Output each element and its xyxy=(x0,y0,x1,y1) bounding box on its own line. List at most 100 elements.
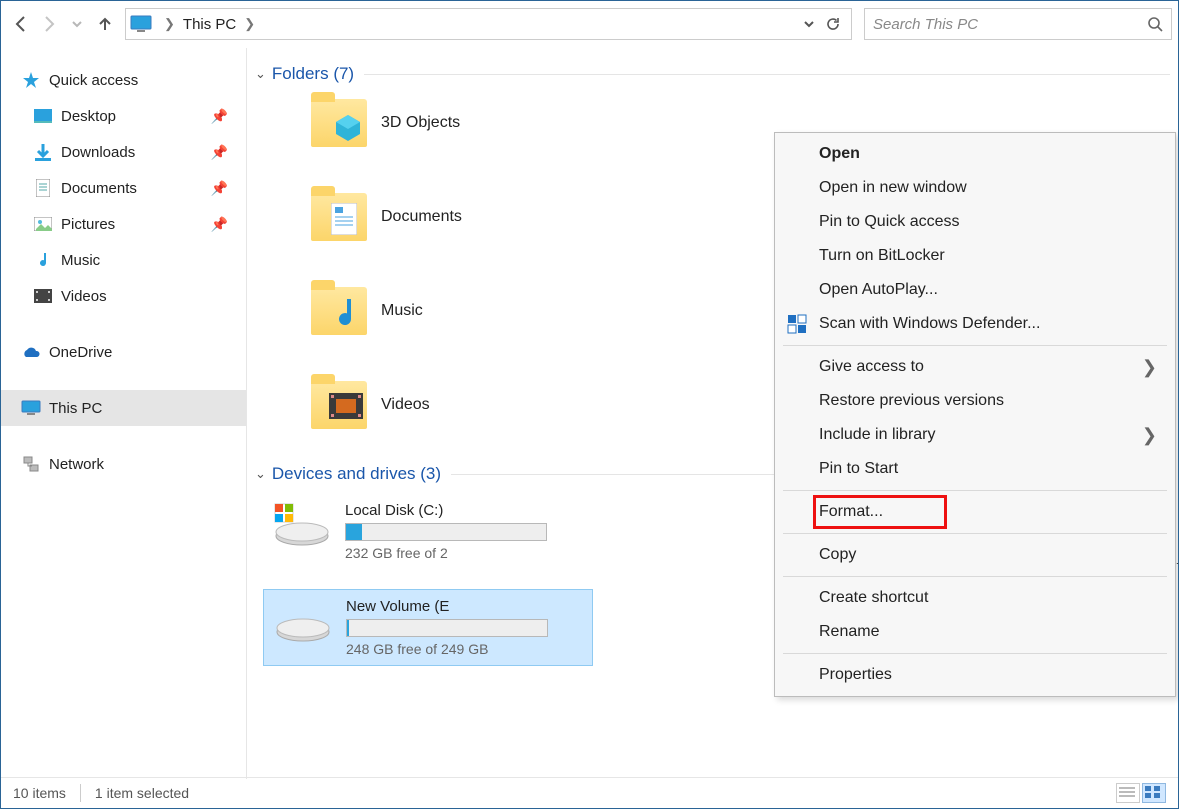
folder-label: Videos xyxy=(381,396,430,414)
folder-icon xyxy=(311,287,367,335)
section-header-label: Devices and drives (3) xyxy=(272,464,441,484)
pin-icon: 📌 xyxy=(211,180,228,197)
ctx-give-access[interactable]: Give access to ❯ xyxy=(775,350,1175,384)
divider xyxy=(364,74,1170,75)
ctx-properties[interactable]: Properties xyxy=(775,658,1175,692)
folder-label: 3D Objects xyxy=(381,114,460,132)
pin-icon: 📌 xyxy=(211,144,228,161)
ctx-separator xyxy=(783,490,1167,491)
ctx-label: Open AutoPlay... xyxy=(819,281,938,299)
ctx-separator xyxy=(783,345,1167,346)
ctx-label: Properties xyxy=(819,666,892,684)
desktop-icon xyxy=(33,106,53,126)
sidebar-item-network[interactable]: Network xyxy=(1,446,246,482)
sidebar-item-label: Desktop xyxy=(61,108,116,125)
recent-locations-button[interactable] xyxy=(63,10,91,38)
ctx-label: Scan with Windows Defender... xyxy=(819,315,1040,333)
folder-item-documents[interactable]: Documents xyxy=(311,188,611,246)
chevron-right-icon: ❯ xyxy=(1142,357,1157,378)
search-placeholder: Search This PC xyxy=(873,16,978,33)
sidebar-item-downloads[interactable]: Downloads 📌 xyxy=(1,134,246,170)
address-dropdown-icon[interactable] xyxy=(803,18,815,30)
sidebar-item-music[interactable]: Music xyxy=(1,242,246,278)
drive-item-local-disk-c[interactable]: Local Disk (C:) 232 GB free of 2 xyxy=(263,494,593,569)
pin-icon: 📌 xyxy=(211,216,228,233)
drive-icon xyxy=(273,502,331,550)
ctx-rename[interactable]: Rename xyxy=(775,615,1175,649)
address-bar[interactable]: ❯ This PC ❯ xyxy=(125,8,852,40)
ctx-label: Rename xyxy=(819,623,879,641)
chevron-down-icon: ⌄ xyxy=(255,66,266,82)
sidebar-item-label: Network xyxy=(49,456,104,473)
ctx-separator xyxy=(783,533,1167,534)
drive-free-text: 232 GB free of 2 xyxy=(345,545,583,561)
ctx-pin-quick-access[interactable]: Pin to Quick access xyxy=(775,205,1175,239)
chevron-right-icon: ❯ xyxy=(158,16,181,32)
ctx-bitlocker[interactable]: Turn on BitLocker xyxy=(775,239,1175,273)
ctx-label: Pin to Start xyxy=(819,460,898,478)
refresh-button[interactable] xyxy=(825,16,841,32)
sidebar-item-quick-access[interactable]: Quick access xyxy=(1,62,246,98)
ctx-defender-scan[interactable]: Scan with Windows Defender... xyxy=(775,307,1175,341)
forward-button[interactable] xyxy=(35,10,63,38)
network-icon xyxy=(21,454,41,474)
drive-icon xyxy=(274,598,332,646)
details-view-button[interactable] xyxy=(1116,783,1140,803)
sidebar-item-label: Music xyxy=(61,252,100,269)
ctx-restore-versions[interactable]: Restore previous versions xyxy=(775,384,1175,418)
sidebar-item-onedrive[interactable]: OneDrive xyxy=(1,334,246,370)
search-icon xyxy=(1147,16,1163,32)
folder-label: Documents xyxy=(381,208,462,226)
ctx-pin-start[interactable]: Pin to Start xyxy=(775,452,1175,486)
ctx-format[interactable]: Format... xyxy=(813,495,947,529)
section-header-folders[interactable]: ⌄ Folders (7) xyxy=(255,64,1170,84)
ctx-label: Restore previous versions xyxy=(819,392,1004,410)
status-selected-count: 1 item selected xyxy=(95,785,189,801)
drive-usage-bar xyxy=(346,619,548,637)
ctx-create-shortcut[interactable]: Create shortcut xyxy=(775,581,1175,615)
sidebar-item-label: This PC xyxy=(49,400,102,417)
sidebar-item-desktop[interactable]: Desktop 📌 xyxy=(1,98,246,134)
ctx-separator xyxy=(783,653,1167,654)
search-input[interactable]: Search This PC xyxy=(864,8,1172,40)
folder-icon xyxy=(311,99,367,147)
ctx-label: Format... xyxy=(819,503,883,521)
folder-icon xyxy=(311,381,367,429)
drive-name: Local Disk (C:) xyxy=(345,502,583,519)
folder-label: Music xyxy=(381,302,423,320)
ctx-open[interactable]: Open xyxy=(775,137,1175,171)
chevron-right-icon: ❯ xyxy=(238,16,261,32)
drive-free-text: 248 GB free of 249 GB xyxy=(346,641,582,657)
folder-item-videos[interactable]: Videos xyxy=(311,376,611,434)
drive-name-tail: _ROM xyxy=(1177,548,1178,565)
sidebar-item-label: Documents xyxy=(61,180,137,197)
status-bar: 10 items 1 item selected xyxy=(1,777,1178,808)
ctx-open-new-window[interactable]: Open in new window xyxy=(775,171,1175,205)
sidebar-item-pictures[interactable]: Pictures 📌 xyxy=(1,206,246,242)
drive-item-obscured[interactable]: _ROM MB xyxy=(1177,548,1178,581)
ctx-label: Turn on BitLocker xyxy=(819,247,945,265)
drive-item-new-volume-e[interactable]: New Volume (E 248 GB free of 249 GB xyxy=(263,589,593,666)
quick-access-icon xyxy=(21,70,41,90)
sidebar-item-this-pc[interactable]: This PC xyxy=(1,390,246,426)
up-button[interactable] xyxy=(91,10,119,38)
sidebar-item-documents[interactable]: Documents 📌 xyxy=(1,170,246,206)
tiles-view-button[interactable] xyxy=(1142,783,1166,803)
ctx-label: Open xyxy=(819,145,860,163)
breadcrumb-this-pc[interactable]: This PC xyxy=(181,16,238,33)
ctx-autoplay[interactable]: Open AutoPlay... xyxy=(775,273,1175,307)
ctx-label: Open in new window xyxy=(819,179,967,197)
ctx-include-library[interactable]: Include in library ❯ xyxy=(775,418,1175,452)
onedrive-icon xyxy=(21,342,41,362)
sidebar-item-videos[interactable]: Videos xyxy=(1,278,246,314)
status-item-count: 10 items xyxy=(13,785,66,801)
folder-item-3d-objects[interactable]: 3D Objects xyxy=(311,94,611,152)
defender-icon xyxy=(787,314,807,334)
folder-item-music[interactable]: Music xyxy=(311,282,611,340)
sidebar-item-label: Videos xyxy=(61,288,107,305)
ctx-copy[interactable]: Copy xyxy=(775,538,1175,572)
context-menu: Open Open in new window Pin to Quick acc… xyxy=(774,132,1176,697)
chevron-down-icon: ⌄ xyxy=(255,466,266,482)
ctx-label: Give access to xyxy=(819,358,924,376)
back-button[interactable] xyxy=(7,10,35,38)
